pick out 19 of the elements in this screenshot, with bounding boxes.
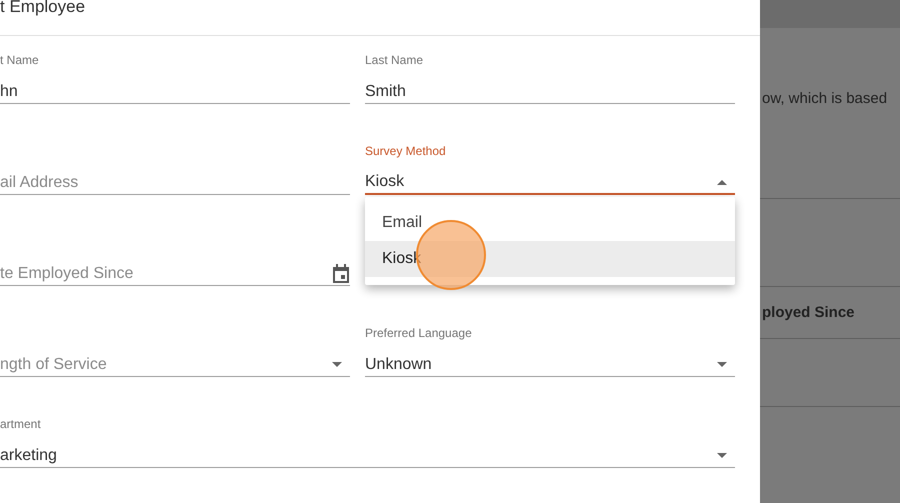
dropdown-arrow-icon: [717, 453, 727, 458]
background-text: ployed Since: [761, 304, 855, 321]
select-field[interactable]: Kiosk: [365, 165, 735, 195]
calendar-icon[interactable]: [332, 264, 350, 284]
field-label: t Name: [0, 53, 39, 67]
select-field[interactable]: Unknown: [365, 347, 735, 377]
dropdown-arrow-icon: [717, 362, 727, 367]
background-text: ow, which is based: [761, 90, 888, 106]
dropdown-arrow-icon: [332, 362, 342, 367]
field-label: Survey Method: [365, 144, 446, 158]
text-field[interactable]: Smith: [365, 74, 735, 104]
field-label: artment: [0, 417, 41, 431]
text-field[interactable]: hn: [0, 74, 350, 104]
dropdown-arrow-icon: [717, 180, 727, 184]
select-field[interactable]: arketing: [0, 438, 735, 468]
field-label: Last Name: [365, 53, 424, 67]
menu-option[interactable]: Email: [365, 205, 735, 241]
dialog-title: t Employee: [0, 0, 86, 16]
field-label: Preferred Language: [365, 326, 472, 340]
